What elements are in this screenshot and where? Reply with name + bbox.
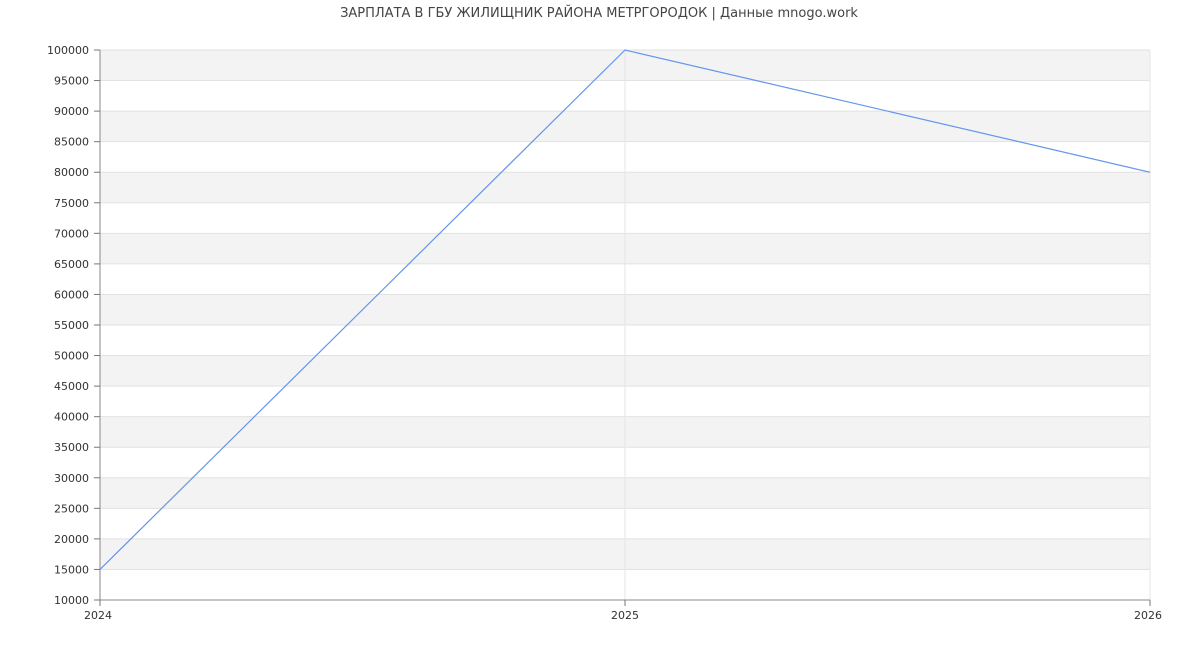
y-tick-label: 65000 (54, 258, 89, 271)
y-tick-label: 85000 (54, 136, 89, 149)
y-tick-label: 15000 (54, 563, 89, 576)
y-tick-label: 70000 (54, 227, 89, 240)
y-tick-label: 90000 (54, 105, 89, 118)
y-tick-label: 75000 (54, 197, 89, 210)
x-tick-label: 2026 (1134, 609, 1162, 622)
y-tick-label: 95000 (54, 75, 89, 88)
y-tick-label: 35000 (54, 441, 89, 454)
y-tick-label: 50000 (54, 350, 89, 363)
y-tick-label: 80000 (54, 166, 89, 179)
x-axis-ticks: 2024 2025 2026 (84, 600, 1162, 622)
y-tick-label: 55000 (54, 319, 89, 332)
line-chart: 10000 15000 20000 25000 30000 35000 40000 45000… (47, 44, 1162, 622)
x-tick-label: 2024 (84, 609, 112, 622)
y-tick-label: 40000 (54, 411, 89, 424)
y-tick-label: 45000 (54, 380, 89, 393)
y-axis-ticks: 10000 15000 20000 25000 30000 35000 40000 45000… (47, 44, 100, 607)
y-tick-label: 100000 (47, 44, 89, 57)
y-tick-label: 30000 (54, 472, 89, 485)
y-tick-label: 10000 (54, 594, 89, 607)
x-tick-label: 2025 (611, 609, 639, 622)
y-tick-label: 20000 (54, 533, 89, 546)
y-tick-label: 25000 (54, 502, 89, 515)
y-tick-label: 60000 (54, 288, 89, 301)
chart-container: ЗАРПЛАТА В ГБУ ЖИЛИЩНИК РАЙОНА МЕТРГОРОД… (0, 0, 1200, 650)
